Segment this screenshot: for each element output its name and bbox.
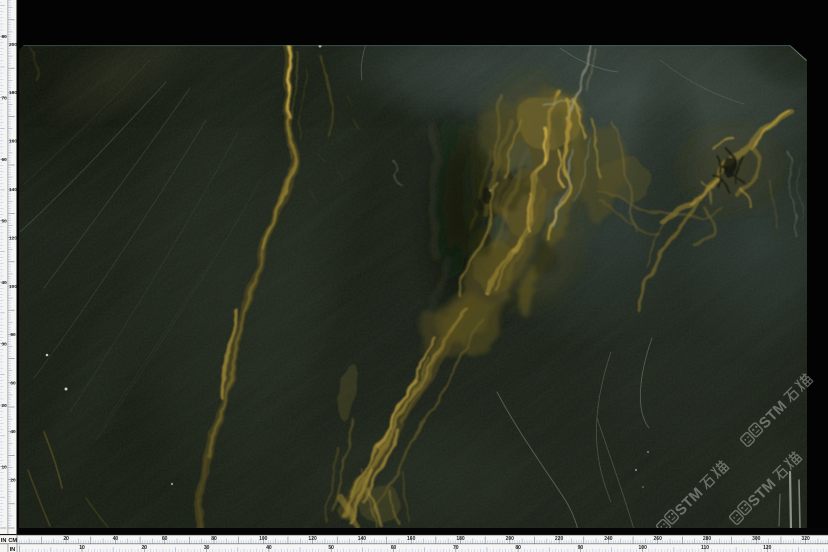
svg-text:70: 70 bbox=[2, 96, 8, 102]
svg-text:280: 280 bbox=[703, 536, 712, 542]
svg-text:80: 80 bbox=[2, 34, 8, 40]
svg-text:20: 20 bbox=[10, 477, 16, 483]
svg-text:IN: IN bbox=[10, 547, 16, 552]
svg-text:220: 220 bbox=[555, 536, 564, 542]
svg-text:120: 120 bbox=[9, 235, 17, 241]
svg-text:110: 110 bbox=[701, 545, 709, 551]
svg-text:100: 100 bbox=[9, 284, 17, 290]
svg-text:240: 240 bbox=[604, 536, 613, 542]
svg-text:40: 40 bbox=[2, 280, 8, 286]
svg-text:IN: IN bbox=[1, 538, 7, 544]
svg-text:10: 10 bbox=[79, 545, 85, 551]
svg-text:160: 160 bbox=[407, 536, 416, 542]
svg-text:60: 60 bbox=[2, 157, 8, 163]
svg-text:100: 100 bbox=[639, 545, 648, 551]
svg-text:200: 200 bbox=[506, 536, 515, 542]
svg-text:140: 140 bbox=[358, 536, 367, 542]
svg-text:180: 180 bbox=[9, 90, 17, 96]
svg-text:20: 20 bbox=[2, 403, 8, 409]
svg-text:60: 60 bbox=[391, 545, 397, 551]
svg-text:20: 20 bbox=[142, 545, 148, 551]
svg-text:50: 50 bbox=[2, 218, 8, 224]
svg-text:60: 60 bbox=[10, 381, 16, 387]
svg-text:30: 30 bbox=[2, 341, 8, 347]
svg-text:140: 140 bbox=[9, 187, 17, 193]
svg-text:160: 160 bbox=[9, 139, 17, 145]
svg-text:90: 90 bbox=[578, 545, 584, 551]
svg-text:10: 10 bbox=[2, 464, 8, 470]
svg-text:50: 50 bbox=[328, 545, 334, 551]
svg-text:CM: CM bbox=[8, 538, 17, 544]
svg-text:300: 300 bbox=[752, 536, 761, 542]
svg-text:120: 120 bbox=[763, 545, 772, 551]
svg-text:60: 60 bbox=[162, 536, 168, 542]
svg-text:80: 80 bbox=[515, 545, 521, 551]
svg-text:80: 80 bbox=[211, 536, 217, 542]
svg-text:30: 30 bbox=[204, 545, 210, 551]
svg-text:260: 260 bbox=[654, 536, 663, 542]
svg-text:320: 320 bbox=[801, 536, 810, 542]
svg-text:40: 40 bbox=[113, 536, 119, 542]
svg-text:40: 40 bbox=[266, 545, 272, 551]
svg-text:200: 200 bbox=[9, 42, 17, 48]
svg-text:20: 20 bbox=[63, 536, 69, 542]
svg-text:120: 120 bbox=[308, 536, 317, 542]
svg-text:40: 40 bbox=[10, 429, 16, 435]
svg-text:80: 80 bbox=[10, 332, 16, 338]
svg-text:180: 180 bbox=[456, 536, 465, 542]
svg-text:100: 100 bbox=[259, 536, 268, 542]
svg-text:70: 70 bbox=[453, 545, 459, 551]
